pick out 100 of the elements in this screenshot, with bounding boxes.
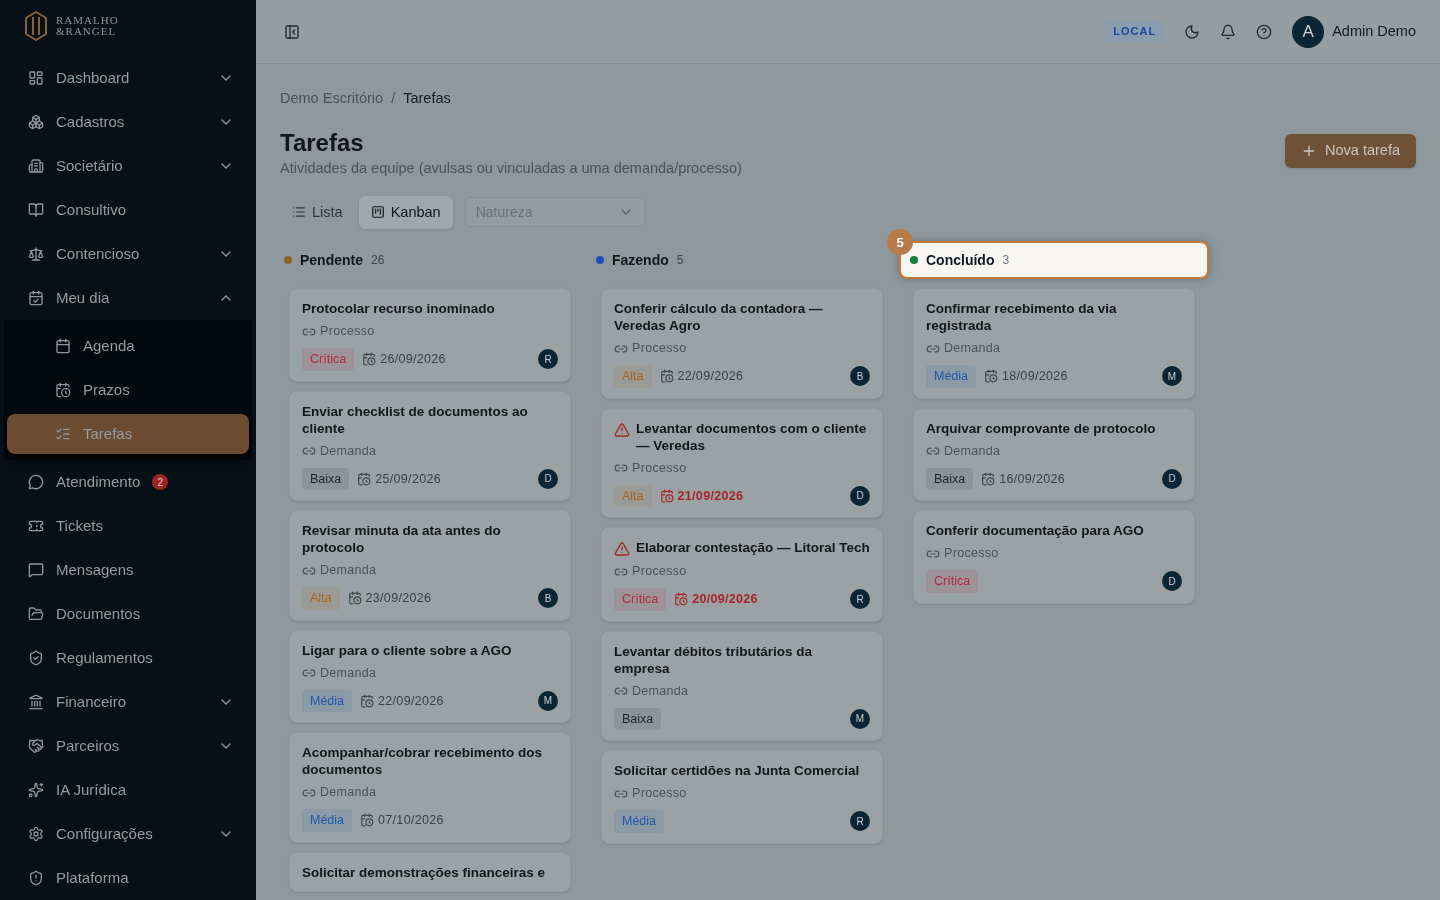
nav-item[interactable]: Contencioso <box>4 232 252 276</box>
link-type: Demanda <box>320 442 377 460</box>
task-title: Conferir documentação para AGO <box>926 522 1144 540</box>
nav-item[interactable]: Tickets <box>4 504 252 548</box>
assignee-avatar: B <box>850 366 870 387</box>
nav-item[interactable]: Meu dia <box>4 276 252 320</box>
task-card[interactable]: Revisar minuta da ata antes do protocolo Demanda Alta 23/09/2026 B <box>289 510 571 621</box>
nav-subitem[interactable]: Agenda <box>7 326 249 366</box>
book-icon <box>28 202 44 218</box>
assignee-avatar: M <box>538 690 558 711</box>
assignee-avatar: R <box>850 811 870 832</box>
column-count: 5 <box>676 252 684 270</box>
priority-tag: Baixa <box>926 467 974 491</box>
nav-item[interactable]: Parceiros <box>4 724 252 768</box>
breadcrumb-item: Tarefas <box>403 89 451 108</box>
task-card[interactable]: Solicitar certidões na Junta Comercial Processo Média R <box>601 750 883 844</box>
due-date: 22/09/2026 <box>677 368 744 385</box>
nav-label: Configurações <box>56 823 153 844</box>
nav-label: Atendimento <box>56 471 141 492</box>
nav-item[interactable]: Plataforma <box>4 856 252 900</box>
nav-item[interactable]: Dashboard <box>4 56 252 100</box>
task-card[interactable]: Conferir documentação para AGO Processo Crítica D <box>913 510 1195 604</box>
priority-tag: Alta <box>302 587 340 610</box>
task-card[interactable]: Protocolar recurso inominado Processo Crítica 26/09/2026 R <box>289 288 571 382</box>
nav-item[interactable]: Regulamentos <box>4 636 252 680</box>
nav-item[interactable]: Mensagens <box>4 548 252 592</box>
priority-tag: Baixa <box>614 707 662 731</box>
tour-step-badge: 5 <box>887 229 913 256</box>
nav-label: Contencioso <box>56 243 140 264</box>
nav-item[interactable]: Cadastros <box>4 100 252 144</box>
task-card[interactable]: Conferir cálculo da contadora — Veredas Agro Processo Alta 22/09/2026 B <box>601 288 883 399</box>
priority-tag: Crítica <box>614 588 667 611</box>
assignee-avatar: D <box>1162 571 1182 592</box>
assignee-avatar: B <box>538 588 558 609</box>
logo-text: &RANGEL <box>56 26 118 37</box>
link-type: Processo <box>632 785 687 803</box>
calendar-clock-icon <box>984 369 999 384</box>
due-date: 16/09/2026 <box>999 470 1065 488</box>
task-title: Levantar débitos tributários da empresa <box>614 642 814 677</box>
sidebar-toggle-icon <box>284 23 300 40</box>
nav-item[interactable]: Societário <box>4 144 252 188</box>
task-card[interactable]: Confirmar recebimento da via registrada Demanda Média 18/09/2026 M <box>913 288 1195 399</box>
task-title: Solicitar certidões na Junta Comercial <box>614 762 860 780</box>
due-date: 21/09/2026 <box>677 487 744 505</box>
task-card[interactable]: Ligar para o cliente sobre a AGO Demanda Média 22/09/2026 M <box>289 629 571 724</box>
nav-item[interactable]: Atendimento 2 <box>4 460 252 504</box>
new-task-button[interactable]: Nova tarefa <box>1285 133 1416 168</box>
shield-check-icon <box>28 650 44 666</box>
nav-subitem[interactable]: Prazos <box>7 370 249 410</box>
assignee-avatar: M <box>1162 366 1182 387</box>
assignee-avatar: R <box>538 349 558 370</box>
settings-icon <box>28 826 44 842</box>
task-card[interactable]: Levantar documentos com o cliente — Veredas Processo Alta 21/09/2026 D <box>601 407 883 519</box>
task-title: Protocolar recurso inominado <box>302 300 495 318</box>
task-card[interactable]: Arquivar comprovante de protocolo Demanda Baixa 16/09/2026 D <box>913 407 1195 502</box>
due-date: 22/09/2026 <box>378 692 444 710</box>
calendar-clock-icon <box>659 369 674 384</box>
task-card[interactable]: Elaborar contestação — Litoral Tech Processo Crítica 20/09/2026 R <box>601 527 883 622</box>
priority-tag: Crítica <box>926 570 979 593</box>
link-type: Demanda <box>320 562 377 580</box>
nav-item[interactable]: Financeiro <box>4 680 252 724</box>
nav-item[interactable]: Consultivo <box>4 188 252 232</box>
task-card[interactable]: Levantar débitos tributários da empresa Demanda Baixa M <box>601 630 883 742</box>
priority-tag: Média <box>302 689 353 713</box>
priority-tag: Baixa <box>302 467 350 491</box>
due-date: 23/09/2026 <box>365 590 432 607</box>
warning-icon <box>614 421 630 438</box>
chat-bubble-icon <box>28 474 44 490</box>
task-card[interactable]: Enviar checklist de documentos ao cliente Demanda Baixa 25/09/2026 D <box>289 390 571 502</box>
shield-alert-icon <box>28 870 44 886</box>
calendar-clock-icon <box>347 591 362 606</box>
column-count: 3 <box>1002 252 1010 270</box>
nav-label: Meu dia <box>56 287 110 308</box>
task-title: Enviar checklist de documentos ao cliente <box>302 402 529 437</box>
nav-item[interactable]: Documentos <box>4 592 252 636</box>
link-type: Demanda <box>320 664 377 682</box>
user-name[interactable]: Admin Demo <box>1332 20 1416 43</box>
nav-label: Consultivo <box>56 199 127 220</box>
column-title: Fazendo <box>612 250 669 270</box>
priority-tag: Alta <box>614 484 652 508</box>
task-title: Confirmar recebimento da via registrada <box>926 300 1118 335</box>
nav-label: Prazos <box>83 379 130 400</box>
help-icon <box>1256 23 1273 40</box>
view-tab[interactable]: Kanban <box>358 195 453 230</box>
nav-label: Tarefas <box>83 423 133 444</box>
task-card[interactable]: Acompanhar/cobrar recebimento dos documentos Demanda Média 07/10/2026 <box>289 732 571 843</box>
logo-icon <box>24 11 48 41</box>
view-tab[interactable]: Lista <box>280 195 355 230</box>
nav-item[interactable]: Configurações <box>4 812 252 856</box>
task-card[interactable]: Solicitar demonstrações financeiras e <box>289 851 571 892</box>
task-title: Arquivar comprovante de protocolo <box>926 419 1156 437</box>
priority-tag: Crítica <box>302 348 355 371</box>
link-type: Processo <box>632 340 687 358</box>
task-title: Ligar para o cliente sobre a AGO <box>302 641 512 659</box>
nav-label: Parceiros <box>56 735 120 756</box>
user-avatar[interactable]: A <box>1292 15 1325 48</box>
calendar-check-icon <box>28 290 44 306</box>
link-type: Processo <box>320 323 375 341</box>
nav-item[interactable]: IA Jurídica <box>4 768 252 812</box>
calendar-clock-icon <box>360 693 375 708</box>
